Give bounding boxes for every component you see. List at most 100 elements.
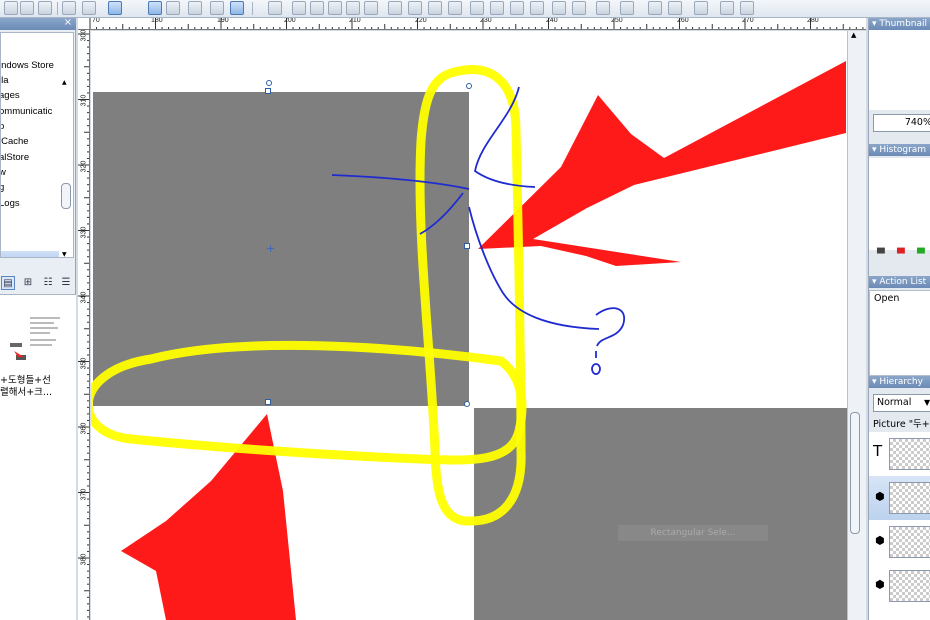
align-middle-icon[interactable] <box>552 1 566 15</box>
tree-scrollbar-thumb[interactable] <box>61 183 71 209</box>
thumbnail-view-icon[interactable]: ⊞ <box>21 276 35 290</box>
tree-item[interactable]: lCache <box>1 136 29 149</box>
action-list-item[interactable]: Open <box>874 293 899 304</box>
thumbnail-preview[interactable] <box>869 30 930 110</box>
thumbnail-title: Thumbnail <box>879 19 927 29</box>
blend-mode-select[interactable]: Normal <box>873 394 930 412</box>
view-mode-bar: ▤ ⊞ ☷ ☰ <box>0 274 76 292</box>
send-back-icon[interactable] <box>448 1 462 15</box>
snap-active-icon[interactable] <box>230 1 244 15</box>
blue-pen-stroke <box>419 192 464 235</box>
tree-selected-item[interactable] <box>1 251 59 257</box>
ungroup-icon[interactable] <box>740 1 754 15</box>
histogram-title: Histogram <box>879 145 927 155</box>
toolbar-separator <box>252 2 253 15</box>
shape-icon: ⬢ <box>875 534 885 547</box>
list-view-icon[interactable]: ▤ <box>1 276 15 290</box>
bring-front-icon[interactable] <box>388 1 402 15</box>
send-backward-icon[interactable] <box>428 1 442 15</box>
tree-item[interactable]: indows Store <box>1 60 54 73</box>
close-icon[interactable]: × <box>64 17 72 28</box>
same-width-icon[interactable] <box>648 1 662 15</box>
tree-item[interactable]: ommunicatic <box>1 106 52 119</box>
layer-scrollbar-thumb[interactable] <box>850 412 860 534</box>
align-tool-icon[interactable] <box>148 1 162 15</box>
toolbar-separator <box>57 2 58 15</box>
action-list[interactable]: Open <box>869 290 930 376</box>
tree-item[interactable]: w <box>1 167 6 180</box>
scroll-up-icon[interactable]: ▲ <box>851 31 856 39</box>
ruler-label: 200 <box>284 18 296 24</box>
channel-red-icon[interactable]: ▀ <box>897 249 905 260</box>
align-left-icon[interactable] <box>470 1 484 15</box>
folder-tree[interactable]: indows Store lla ages ommunicatic p lCac… <box>0 32 74 258</box>
rotate-left-icon[interactable] <box>328 1 342 15</box>
layer-list[interactable]: T ⬢ ⬢ ⬢ <box>869 432 930 620</box>
channel-green-icon[interactable]: ▀ <box>917 249 925 260</box>
align-center-icon[interactable] <box>490 1 504 15</box>
distribute-vertical-icon[interactable] <box>620 1 634 15</box>
align-top-icon[interactable] <box>530 1 544 15</box>
picture-title: Picture "두+ <box>873 419 930 430</box>
same-height-icon[interactable] <box>668 1 682 15</box>
compact-view-icon[interactable]: ☰ <box>59 276 73 290</box>
tree-item[interactable]: g <box>1 182 4 195</box>
action-list-panel-header: ▾ Action List <box>869 276 930 288</box>
channel-all-icon[interactable]: ▀ <box>877 249 885 260</box>
editing-canvas[interactable]: Rectangular Sele... + <box>91 31 847 620</box>
horizontal-ruler: 70 180 190 200 210 220 230 240 250 260 2… <box>78 18 866 30</box>
redo-icon[interactable] <box>82 1 96 15</box>
hierarchy-title: Hierarchy <box>879 377 923 387</box>
ruler-label: 370 <box>80 488 88 501</box>
layer-row[interactable]: T <box>869 432 930 476</box>
group-icon[interactable] <box>720 1 734 15</box>
select-tool-icon[interactable] <box>108 1 122 15</box>
ruler-label: 220 <box>415 18 427 24</box>
crop-icon[interactable] <box>268 1 282 15</box>
scroll-down-icon[interactable]: ▼ <box>62 251 67 257</box>
align-right-icon[interactable] <box>510 1 524 15</box>
ruler-label: 380 <box>80 553 88 566</box>
undo-icon[interactable] <box>62 1 76 15</box>
ruler-label: 310 <box>80 94 88 107</box>
file-thumbnail[interactable] <box>4 313 62 365</box>
bring-forward-icon[interactable] <box>408 1 422 15</box>
layer-row[interactable]: ⬢ <box>869 520 930 564</box>
flip-vertical-icon[interactable] <box>310 1 324 15</box>
distribute-icon[interactable] <box>596 1 610 15</box>
right-panel: ▾ Thumbnail 740% ▾ Histogram ▀ ▀ ▀ ▾ Act… <box>868 18 930 620</box>
zoom-field[interactable]: 740% <box>873 114 930 132</box>
chevron-down-icon[interactable]: ▼ <box>924 398 930 407</box>
detail-view-icon[interactable]: ☷ <box>41 276 55 290</box>
align-bottom-icon[interactable] <box>572 1 586 15</box>
folder-icon[interactable] <box>4 1 18 15</box>
rotate-180-icon[interactable] <box>364 1 378 15</box>
ruler-label: 210 <box>349 18 361 24</box>
layer-row[interactable]: ⬢ <box>869 564 930 608</box>
snap-icon[interactable] <box>210 1 224 15</box>
annotation-layer <box>91 61 846 620</box>
action-list-title: Action List <box>879 277 927 287</box>
yellow-highlight-loop <box>91 340 527 465</box>
ruler-label: 180 <box>151 18 163 24</box>
tree-item[interactable]: Logs <box>1 198 20 211</box>
grid-icon[interactable] <box>166 1 180 15</box>
scroll-up-icon[interactable]: ▲ <box>62 79 67 86</box>
histogram-view <box>869 158 930 250</box>
ruler-label: 360 <box>80 422 88 435</box>
save-icon[interactable] <box>20 1 34 15</box>
tree-item[interactable]: alStore <box>1 152 29 165</box>
same-size-icon[interactable] <box>694 1 708 15</box>
flip-horizontal-icon[interactable] <box>292 1 306 15</box>
tree-item[interactable]: p <box>1 121 4 134</box>
grid-dots-icon[interactable] <box>188 1 202 15</box>
rotate-right-icon[interactable] <box>346 1 360 15</box>
tree-item[interactable]: ages <box>1 90 20 103</box>
file-list[interactable]: +도형들+선 렬해서+크... <box>0 294 76 620</box>
layer-row[interactable]: ⬢ <box>869 476 930 520</box>
toolbar <box>0 0 930 18</box>
layer-thumbnail <box>889 526 930 558</box>
ruler-label: 190 <box>217 18 229 24</box>
print-icon[interactable] <box>38 1 52 15</box>
tree-item[interactable]: lla <box>1 75 9 88</box>
